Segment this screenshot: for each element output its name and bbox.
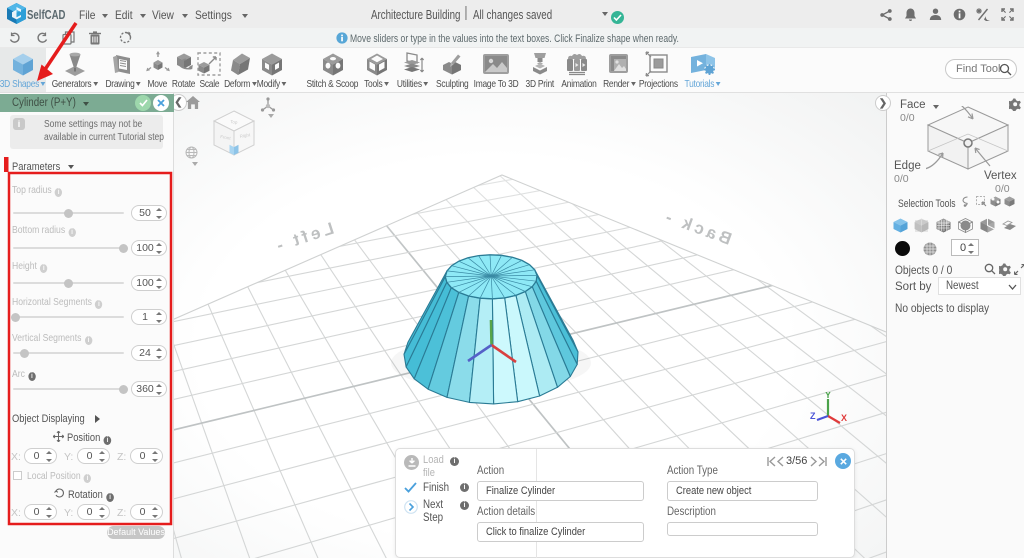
svg-text:Y: Y	[825, 392, 831, 400]
svg-text:Z: Z	[810, 411, 816, 421]
svg-text:X: X	[841, 413, 847, 423]
svg-text:Top: Top	[230, 119, 238, 125]
